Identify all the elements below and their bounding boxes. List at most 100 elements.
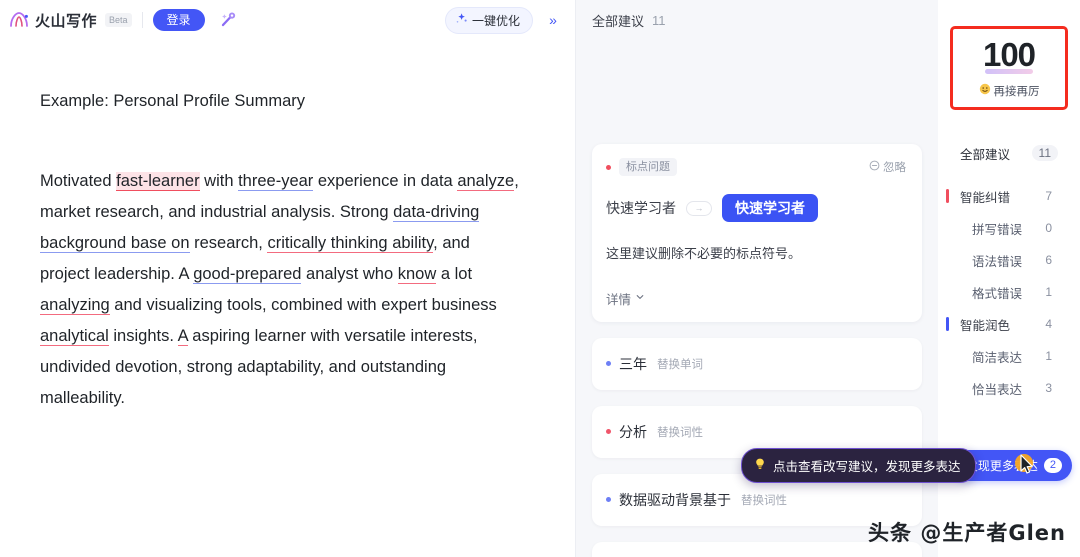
doc-text-run: with bbox=[199, 172, 239, 191]
beta-badge: Beta bbox=[105, 13, 132, 27]
doc-text-run: experience in data bbox=[313, 172, 458, 191]
severity-dot-icon bbox=[606, 429, 611, 435]
doc-text-run: research, bbox=[189, 234, 268, 253]
suggestions-header: 全部建议 11 bbox=[576, 0, 938, 40]
nav-subitem-count: 1 bbox=[1045, 285, 1052, 299]
doc-text-run: Motivated bbox=[40, 172, 117, 191]
circle-minus-icon bbox=[869, 160, 880, 174]
nav-subitem-label: 恰当表达 bbox=[972, 382, 1023, 397]
doc-marked-run[interactable]: fast-learner bbox=[116, 172, 200, 192]
nav-item-label: 全部建议 bbox=[960, 147, 1011, 162]
watermark: 头条 @生产者Glen bbox=[868, 521, 1066, 545]
doc-marked-run[interactable]: know bbox=[397, 265, 437, 285]
volcano-logo-icon bbox=[8, 9, 30, 31]
apply-replacement-button[interactable]: 快速学习者 bbox=[722, 194, 818, 223]
suggestion-row[interactable]: 三年 替换单词 bbox=[592, 337, 922, 390]
doc-marked-run[interactable]: analytical bbox=[40, 327, 109, 347]
category-nav-list: 全部建议 11 智能纠错 7 拼写错误 0 语法错误 6 格式错误 1 智能润色 4 简洁表达 1 恰当… bbox=[938, 136, 1080, 404]
suggestion-row-word: 分析 bbox=[619, 423, 647, 440]
severity-dot-icon bbox=[606, 164, 611, 170]
arrow-right-icon: → bbox=[686, 200, 712, 216]
nav-subitem-count: 1 bbox=[1045, 349, 1052, 363]
login-button[interactable]: 登录 bbox=[152, 9, 205, 31]
nav-subitem[interactable]: 格式错误 1 bbox=[938, 276, 1080, 308]
ignore-button[interactable]: 忽略 bbox=[869, 159, 906, 175]
nav-group-color-bar bbox=[946, 317, 949, 331]
suggestion-row-word: 三年 bbox=[619, 355, 647, 372]
rewrite-hint-tooltip: 点击查看改写建议，发现更多表达 bbox=[741, 448, 976, 483]
suggestion-row-kind: 替换单词 bbox=[657, 358, 703, 371]
nav-group-correction[interactable]: 智能纠错 7 bbox=[938, 180, 1080, 212]
ignore-label: 忽略 bbox=[883, 162, 906, 174]
nav-item-all-suggestions[interactable]: 全部建议 11 bbox=[938, 136, 1080, 170]
suggestions-header-label: 全部建议 bbox=[592, 13, 645, 29]
score-value: 100 bbox=[982, 35, 1036, 73]
top-toolbar: 火山写作 Beta 登录 一键优化 » bbox=[0, 0, 575, 40]
nav-subitem-label: 简洁表达 bbox=[972, 350, 1023, 365]
nav-subitem-label: 语法错误 bbox=[972, 254, 1023, 269]
nav-group-count: 4 bbox=[1045, 317, 1052, 331]
one-click-optimize-button[interactable]: 一键优化 bbox=[444, 6, 533, 34]
doc-marked-run[interactable]: analyzing bbox=[40, 296, 110, 316]
document-title: Example: Personal Profile Summary bbox=[40, 92, 306, 110]
severity-dot-icon bbox=[606, 361, 611, 367]
doc-text-run: insights. bbox=[108, 327, 178, 346]
replacement-row: 快速学习者 → 快速学习者 bbox=[606, 194, 906, 223]
nav-item-count: 11 bbox=[1031, 145, 1058, 161]
nav-subitem[interactable]: 拼写错误 0 bbox=[938, 212, 1080, 244]
original-text: 快速学习者 bbox=[606, 200, 676, 217]
document-area[interactable]: Example: Personal Profile Summary Motiva… bbox=[0, 40, 575, 557]
chevron-down-icon bbox=[635, 291, 645, 305]
discover-more-count: 2 bbox=[1043, 458, 1062, 473]
nav-subitem-count: 6 bbox=[1045, 253, 1052, 267]
discover-more-label: 发现更多表达 bbox=[965, 459, 1038, 473]
doc-text-run: analyst who bbox=[301, 265, 398, 284]
toolbar-divider bbox=[141, 12, 143, 28]
suggestion-tag: 标点问题 bbox=[619, 158, 677, 176]
rewrite-hint-text: 点击查看改写建议，发现更多表达 bbox=[773, 460, 961, 474]
lightbulb-icon bbox=[753, 457, 767, 474]
suggestion-description: 这里建议删除不必要的标点符号。 bbox=[606, 246, 802, 262]
suggestion-row-word: 数据驱动背景基于 bbox=[619, 491, 731, 508]
score-underline-decoration bbox=[984, 68, 1034, 74]
nav-group-color-bar bbox=[946, 189, 949, 203]
nav-subitem[interactable]: 语法错误 6 bbox=[938, 244, 1080, 276]
nav-subitem-label: 拼写错误 bbox=[972, 222, 1023, 237]
score-box: 100 再接再厉 bbox=[950, 26, 1068, 110]
score-value-wrap: 100 bbox=[982, 35, 1036, 74]
nav-group-label: 智能润色 bbox=[960, 318, 1011, 333]
nav-groups: 智能纠错 7 拼写错误 0 语法错误 6 格式错误 1 智能润色 4 简洁表达 1 恰当表达 3 bbox=[938, 180, 1080, 404]
nav-group-label: 智能纠错 bbox=[960, 190, 1011, 205]
nav-subitem-count: 3 bbox=[1045, 381, 1052, 395]
doc-marked-run[interactable]: critically thinking ability bbox=[267, 234, 434, 254]
doc-marked-run[interactable]: analyze bbox=[457, 172, 515, 192]
app-root: 火山写作 Beta 登录 一键优化 » Example: Personal Pr… bbox=[0, 0, 1080, 557]
doc-marked-run[interactable]: A bbox=[177, 327, 188, 347]
suggestion-card[interactable]: 标点问题 忽略 快速学习者 → 快速学习者 这里建议删除不必要的标点符号。 详情 bbox=[592, 144, 922, 322]
details-toggle[interactable]: 详情 bbox=[606, 289, 906, 308]
double-chevron-right-icon[interactable]: » bbox=[541, 8, 565, 32]
brand-name: 火山写作 bbox=[35, 12, 98, 30]
doc-marked-run[interactable]: good-prepared bbox=[193, 265, 302, 285]
nav-subitem-label: 格式错误 bbox=[972, 286, 1023, 301]
magic-wand-icon[interactable] bbox=[215, 7, 241, 33]
editor-pane: 火山写作 Beta 登录 一键优化 » Example: Personal Pr… bbox=[0, 0, 576, 557]
one-click-optimize-label: 一键优化 bbox=[471, 13, 520, 28]
document-body[interactable]: Motivated fast-learner with three-year e… bbox=[40, 166, 520, 414]
sparkle-icon bbox=[455, 12, 468, 28]
nav-subitem[interactable]: 简洁表达 1 bbox=[938, 340, 1080, 372]
doc-text-run: and visualizing tools, combined with exp… bbox=[109, 296, 497, 315]
nav-group-count: 7 bbox=[1045, 189, 1052, 203]
nav-subitem-count: 0 bbox=[1045, 221, 1052, 235]
brand: 火山写作 Beta bbox=[8, 9, 132, 31]
score-label-row: 再接再厉 bbox=[979, 83, 1040, 99]
suggestion-row-kind: 替换词性 bbox=[741, 494, 787, 507]
nav-subitem[interactable]: 恰当表达 3 bbox=[938, 372, 1080, 404]
smiling-face-icon bbox=[979, 83, 991, 98]
suggestion-row-kind: 替换词性 bbox=[657, 426, 703, 439]
nav-group-polish[interactable]: 智能润色 4 bbox=[938, 308, 1080, 340]
suggestion-card-header: 标点问题 忽略 bbox=[606, 158, 906, 176]
doc-marked-run[interactable]: three-year bbox=[238, 172, 314, 192]
toolbar-right-group: 一键优化 » bbox=[444, 6, 565, 34]
suggestions-header-count: 11 bbox=[652, 12, 666, 28]
